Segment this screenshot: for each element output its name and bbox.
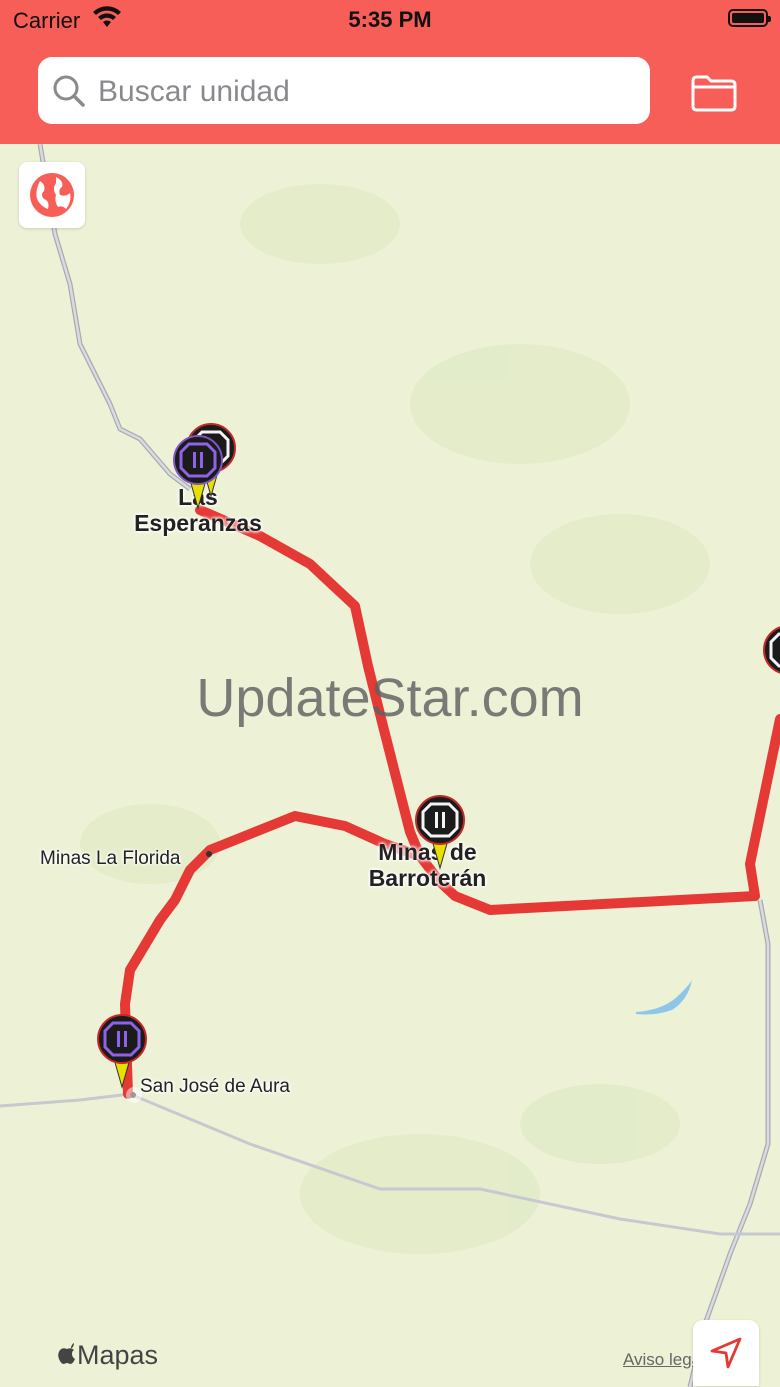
maps-attribution: Mapas [57,1340,158,1371]
map-view[interactable]: Las Esperanzas Minas de Barroterán Minas… [0,144,780,1387]
vehicle-pin-icon[interactable] [96,1013,148,1093]
status-time: 5:35 PM [348,7,432,32]
map-base [0,144,780,1387]
locate-button[interactable] [693,1320,759,1386]
folder-icon[interactable] [690,73,738,113]
map-type-button[interactable] [19,162,85,228]
watermark: UpdateStar.com [196,668,584,728]
vehicle-pin-icon[interactable] [414,794,466,874]
search-bar[interactable] [38,57,650,126]
top-bar [0,40,780,144]
place-minas-la-florida: Minas La Florida [40,848,181,869]
apple-logo-icon [58,1343,75,1364]
globe-icon [30,173,74,217]
vehicle-pin-icon[interactable] [172,434,224,514]
place-san-jose-de-aura: San José de Aura [140,1076,290,1097]
location-arrow-icon [710,1337,742,1369]
search-icon [53,75,85,107]
status-bar: Carrier 5:35 PM [0,0,780,40]
search-input[interactable] [96,57,640,126]
battery-icon [728,9,771,27]
maps-attribution-label: Mapas [77,1340,159,1370]
